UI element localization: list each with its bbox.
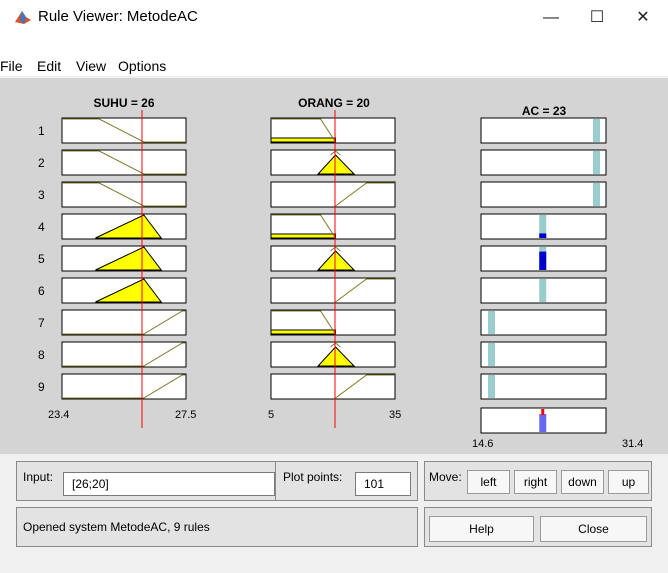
ac-mf-box-7: [480, 309, 607, 336]
orang-mf-fill-7: [270, 329, 336, 335]
ac-output-bar: [539, 414, 547, 432]
suhu-mf-box-7: [61, 309, 187, 336]
matlab-logo-icon: [15, 11, 31, 24]
rule-number-4: 4: [38, 220, 45, 234]
ac-mf-active-4: [539, 233, 547, 238]
ac-mf-box-3: [480, 181, 607, 208]
group-divider: [275, 462, 276, 500]
ac-mf-box-8: [480, 341, 607, 368]
orang-mf-fill-4: [270, 233, 336, 239]
menu-bar: File Edit View Options: [0, 36, 668, 76]
ac-mf-box-9: [480, 373, 607, 400]
move-up-button[interactable]: up: [608, 470, 649, 494]
ac-max-label: 31.4: [622, 438, 643, 450]
move-right-button[interactable]: right: [514, 470, 557, 494]
move-label: Move:: [429, 470, 462, 484]
menu-edit[interactable]: Edit: [37, 58, 61, 74]
suhu-mf-box-1: [61, 117, 187, 144]
menu-view[interactable]: View: [76, 58, 106, 74]
ac-mf-box-1: [480, 117, 607, 144]
rule-rows: 1 2 3 4 5 6 7 8 9: [38, 117, 607, 434]
close-window-button[interactable]: ✕: [620, 0, 666, 36]
ac-mf-active-5: [539, 251, 547, 270]
suhu-mf-box-8: [61, 341, 187, 368]
ac-mf-bar-6: [539, 279, 547, 302]
ac-output-marker: [541, 409, 545, 415]
rule-number-5: 5: [38, 252, 45, 266]
status-text: Opened system MetodeAC, 9 rules: [23, 520, 210, 534]
rule-number-2: 2: [38, 156, 45, 170]
rule-number-8: 8: [38, 348, 45, 362]
suhu-header: SUHU = 26: [93, 96, 154, 110]
plot-points-field[interactable]: 101: [355, 472, 411, 496]
ac-mf-bar-9: [488, 375, 495, 398]
rule-number-9: 9: [38, 380, 45, 394]
help-close-group: Help Close: [424, 507, 652, 547]
input-field[interactable]: [26;20]: [63, 472, 275, 496]
ac-mf-box-2: [480, 149, 607, 176]
suhu-mf-box-9: [61, 373, 187, 400]
maximize-button[interactable]: ☐: [574, 0, 620, 36]
rule-number-7: 7: [38, 316, 45, 330]
input-label: Input:: [23, 470, 54, 484]
orang-header: ORANG = 20: [298, 96, 370, 110]
ac-mf-bar-3: [593, 183, 600, 206]
window-title: Rule Viewer: MetodeAC: [38, 8, 198, 25]
minimize-button[interactable]: —: [528, 0, 574, 36]
status-group: Opened system MetodeAC, 9 rules: [16, 507, 418, 547]
orang-min-label: 5: [268, 409, 274, 421]
ac-mf-bar-1: [593, 119, 600, 142]
menu-options[interactable]: Options: [118, 58, 166, 74]
plot-points-label: Plot points:: [283, 470, 343, 484]
rule-plots[interactable]: SUHU = 26 ORANG = 20 AC = 23 1 2 3 4 5 6 7 8 9 2…: [0, 78, 668, 454]
help-button[interactable]: Help: [429, 516, 534, 542]
input-group: Input: [26;20] Plot points: 101: [16, 461, 418, 501]
rule-plot-area: SUHU = 26 ORANG = 20 AC = 23 1 2 3 4 5 6 7 8 9 2…: [0, 78, 668, 454]
orang-mf-fill-1: [270, 137, 336, 143]
suhu-mf-box-2: [61, 149, 187, 176]
ac-header: AC = 23: [522, 104, 567, 118]
move-down-button[interactable]: down: [561, 470, 604, 494]
control-panel: Input: [26;20] Plot points: 101 Move: le…: [0, 455, 668, 573]
rule-number-3: 3: [38, 188, 45, 202]
ac-mf-bar-8: [488, 343, 495, 366]
orang-mf-box-9: [270, 373, 396, 400]
ac-mf-bar-7: [488, 311, 495, 334]
menu-file[interactable]: File: [0, 58, 23, 74]
ac-min-label: 14.6: [472, 438, 493, 450]
ac-mf-bar-2: [593, 151, 600, 174]
move-group: Move: left right down up: [424, 461, 652, 501]
suhu-min-label: 23.4: [48, 409, 69, 421]
move-left-button[interactable]: left: [467, 470, 510, 494]
suhu-max-label: 27.5: [175, 409, 196, 421]
orang-mf-box-3: [270, 181, 396, 208]
rule-number-1: 1: [38, 124, 45, 138]
title-bar: Rule Viewer: MetodeAC — ☐ ✕: [0, 0, 668, 36]
suhu-mf-box-3: [61, 181, 187, 208]
orang-mf-box-6: [270, 277, 396, 304]
orang-max-label: 35: [389, 409, 401, 421]
close-button[interactable]: Close: [540, 516, 647, 542]
rule-number-6: 6: [38, 284, 45, 298]
